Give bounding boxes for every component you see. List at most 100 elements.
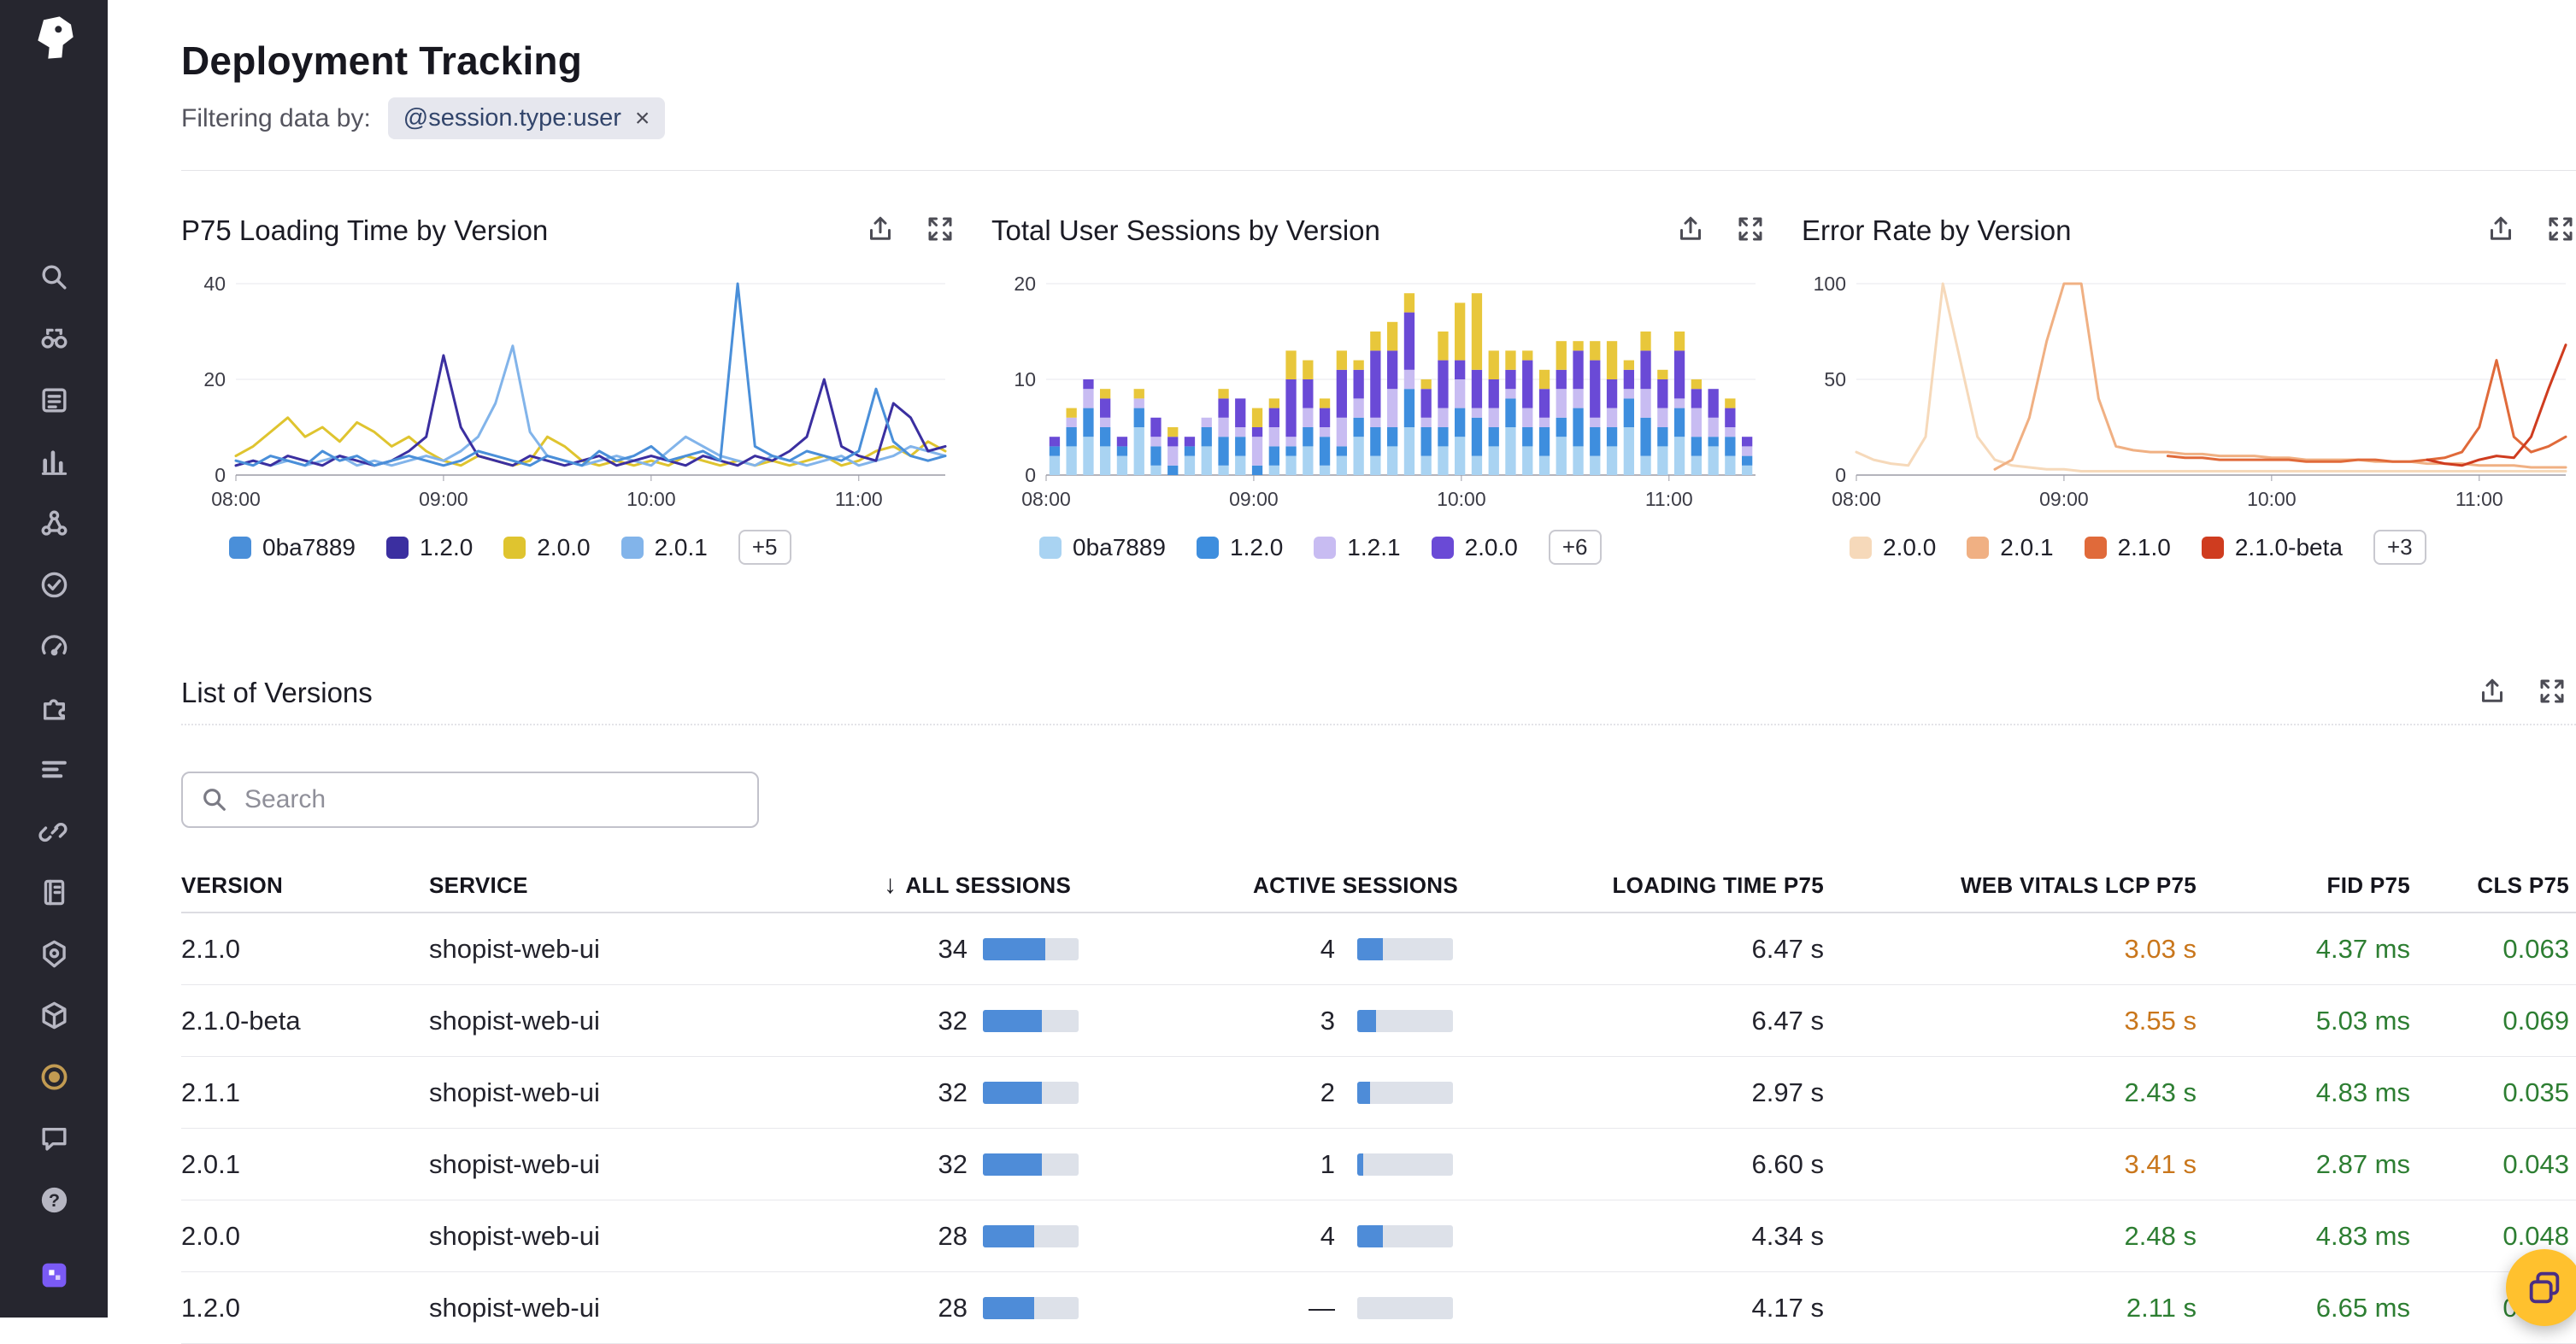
processes-icon[interactable] [35, 750, 73, 788]
legend-item-2.0.0[interactable]: 2.0.0 [1432, 534, 1518, 561]
legend-more-button[interactable]: +6 [1549, 530, 1602, 565]
svg-text:20: 20 [203, 368, 226, 390]
search-icon[interactable] [35, 258, 73, 296]
cell-version: 2.1.0-beta [181, 1006, 429, 1036]
table-row-2.0.0[interactable]: 2.0.0shopist-web-ui2844.34 s2.48 s4.83 m… [181, 1200, 2576, 1272]
cell-lcp: 2.48 s [1831, 1221, 2207, 1252]
search-icon [200, 785, 229, 814]
expand-icon[interactable] [925, 214, 956, 249]
filter-pill-text: @session.type:user [403, 104, 621, 132]
deployments-target-icon[interactable] [35, 1058, 73, 1095]
metrics-icon[interactable] [35, 443, 73, 480]
watchdog-icon[interactable] [35, 320, 73, 357]
versions-title: List of Versions [181, 677, 373, 709]
export-icon[interactable] [2477, 676, 2508, 711]
legend-more-button[interactable]: +3 [2373, 530, 2426, 565]
cell-all-sessions: 34 [839, 934, 1224, 965]
legend-item-2.1.0[interactable]: 2.1.0 [2085, 534, 2171, 561]
filter-pill[interactable]: @session.type:user × [388, 97, 666, 139]
integrations-puzzle-icon[interactable] [35, 689, 73, 726]
legend-swatch [1967, 537, 1989, 559]
expand-icon[interactable] [2537, 676, 2567, 711]
cell-all-sessions: 32 [839, 1149, 1224, 1180]
cell-active-sessions: 4 [1224, 1221, 1600, 1252]
legend-label: 2.1.0 [2118, 534, 2171, 561]
table-row-2.1.0-beta[interactable]: 2.1.0-betashopist-web-ui3236.47 s3.55 s5… [181, 985, 2576, 1057]
legend-item-2.0.0[interactable]: 2.0.0 [503, 534, 590, 561]
panel-title: Error Rate by Version [1802, 214, 2071, 247]
cell-active-sessions: 1 [1224, 1149, 1600, 1180]
svg-text:08:00: 08:00 [1021, 488, 1071, 510]
legend-item-0ba7889[interactable]: 0ba7889 [1039, 534, 1166, 561]
expand-icon[interactable] [2545, 214, 2576, 249]
expand-icon[interactable] [1735, 214, 1766, 249]
search-input[interactable] [243, 784, 740, 815]
legend-item-2.1.0-beta[interactable]: 2.1.0-beta [2202, 534, 2343, 561]
legend-label: 1.2.0 [420, 534, 473, 561]
legend-item-2.0.0[interactable]: 2.0.0 [1850, 534, 1936, 561]
legend-item-0ba7889[interactable]: 0ba7889 [229, 534, 356, 561]
legend-item-1.2.0[interactable]: 1.2.0 [1197, 534, 1283, 561]
sidebar-nav: ? [35, 258, 73, 1294]
security-icon[interactable] [35, 935, 73, 972]
col-active-sessions[interactable]: ACTIVE SESSIONS [1224, 872, 1600, 899]
chat-icon[interactable] [35, 1119, 73, 1157]
col-fid[interactable]: FID P75 [2207, 872, 2420, 899]
col-version[interactable]: VERSION [181, 872, 429, 899]
cell-cls: 0.035 [2420, 1077, 2576, 1108]
page-header: Deployment Tracking Filtering data by: @… [181, 0, 2576, 171]
col-loading-time[interactable]: LOADING TIME P75 [1600, 872, 1831, 899]
cell-loading-time: 6.60 s [1600, 1149, 1831, 1180]
col-lcp[interactable]: WEB VITALS LCP P75 [1831, 872, 2207, 899]
col-service[interactable]: SERVICE [429, 872, 839, 899]
datadog-logo-icon[interactable] [26, 12, 81, 67]
col-all-sessions[interactable]: ↓ ALL SESSIONS [839, 871, 1224, 900]
sidebar: ? [0, 0, 108, 1318]
table-row-2.1.0[interactable]: 2.1.0shopist-web-ui3446.47 s3.03 s4.37 m… [181, 913, 2576, 985]
legend-more-button[interactable]: +5 [738, 530, 791, 565]
legend-label: 2.0.1 [2000, 534, 2053, 561]
svg-text:09:00: 09:00 [1229, 488, 1279, 510]
col-cls[interactable]: CLS P75 [2420, 872, 2576, 899]
filter-row: Filtering data by: @session.type:user × [181, 97, 2576, 139]
service-network-icon[interactable] [35, 504, 73, 542]
divider [181, 724, 2576, 725]
search-box[interactable] [181, 772, 759, 828]
chart-total-user-sessions[interactable]: 0102008:0009:0010:0011:00 [991, 263, 1766, 519]
help-icon[interactable]: ? [35, 1181, 73, 1218]
ai-assistant-button[interactable] [2506, 1249, 2576, 1326]
table-row-2.1.1[interactable]: 2.1.1shopist-web-ui3222.97 s2.43 s4.83 m… [181, 1057, 2576, 1129]
legend-item-2.0.1[interactable]: 2.0.1 [621, 534, 708, 561]
legend-item-1.2.1[interactable]: 1.2.1 [1314, 534, 1400, 561]
chart-p75-loading-time[interactable]: 0204008:0009:0010:0011:00 [181, 263, 956, 519]
table-row-1.2.0[interactable]: 1.2.0shopist-web-ui28—4.17 s2.11 s6.65 m… [181, 1272, 2576, 1344]
table-row-2.0.1[interactable]: 2.0.1shopist-web-ui3216.60 s3.41 s2.87 m… [181, 1129, 2576, 1200]
cell-version: 1.2.0 [181, 1293, 429, 1323]
legend-item-2.0.1[interactable]: 2.0.1 [1967, 534, 2053, 561]
charts-row: P75 Loading Time by Version 0204008:0009… [181, 210, 2576, 565]
export-icon[interactable] [865, 214, 896, 249]
svg-text:10: 10 [1014, 368, 1036, 390]
export-icon[interactable] [1675, 214, 1706, 249]
remove-filter-icon[interactable]: × [635, 106, 650, 132]
synthetics-check-icon[interactable] [35, 566, 73, 603]
svg-text:100: 100 [1814, 273, 1846, 295]
cell-all-sessions: 28 [839, 1293, 1224, 1323]
chart-error-rate[interactable]: 05010008:0009:0010:0011:00 [1802, 263, 2576, 519]
legend-swatch [2085, 537, 2107, 559]
link-icon[interactable] [35, 812, 73, 849]
export-icon[interactable] [2485, 214, 2516, 249]
cell-loading-time: 6.47 s [1600, 934, 1831, 965]
workspace-app-icon[interactable] [35, 1256, 73, 1294]
gauge-icon[interactable] [35, 627, 73, 665]
svg-text:09:00: 09:00 [2039, 488, 2089, 510]
logs-icon[interactable] [35, 381, 73, 419]
legend-label: 1.2.1 [1347, 534, 1400, 561]
containers-cube-icon[interactable] [35, 996, 73, 1034]
legend-swatch [1850, 537, 1872, 559]
legend-item-1.2.0[interactable]: 1.2.0 [386, 534, 473, 561]
sort-desc-icon[interactable]: ↓ [884, 871, 897, 900]
cell-fid: 6.65 ms [2207, 1293, 2420, 1323]
notebooks-icon[interactable] [35, 873, 73, 911]
legend-label: 1.2.0 [1230, 534, 1283, 561]
